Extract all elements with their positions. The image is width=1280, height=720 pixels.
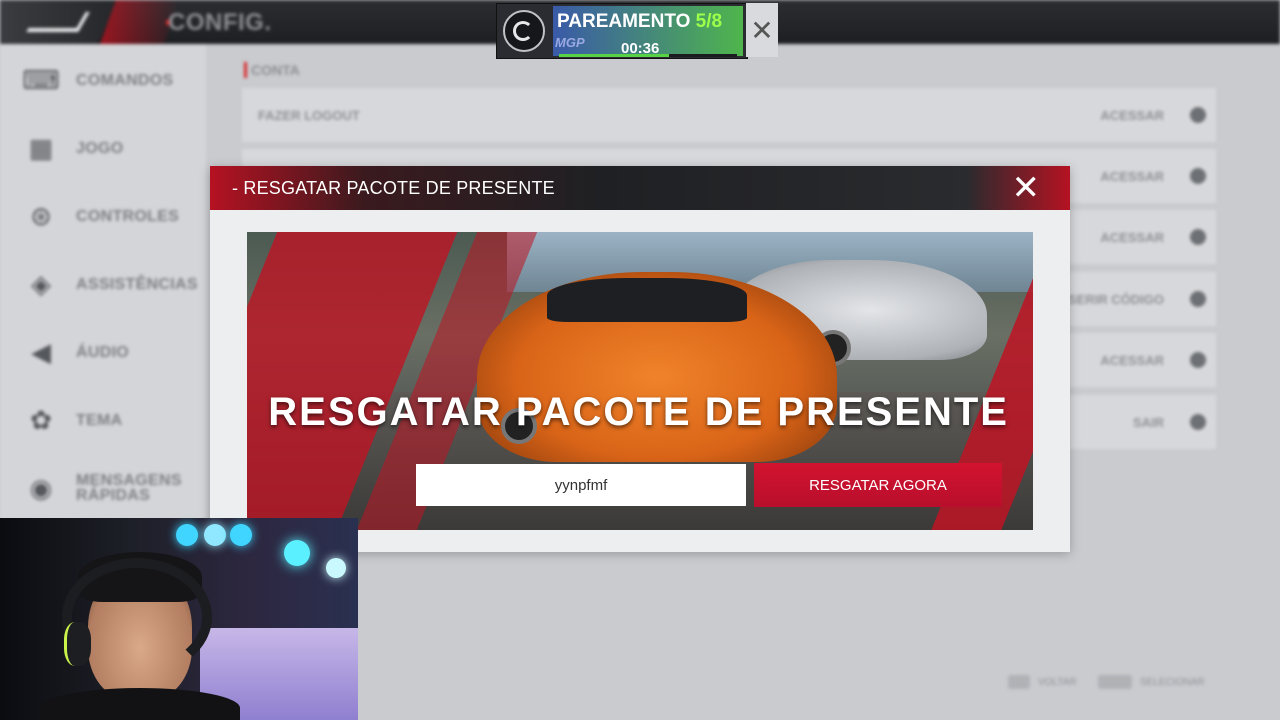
sidebar-item-label: JOGO [76, 139, 124, 157]
account-row-logout[interactable]: FAZER LOGOUT ACESSAR [242, 88, 1216, 142]
mode-label: MGP [555, 35, 585, 50]
dialog-title: - RESGATAR PACOTE DE PRESENTE [232, 178, 555, 198]
row-action: ACESSAR [1100, 230, 1164, 245]
sidebar-item-controles[interactable]: ⊛ CONTROLES [24, 196, 204, 236]
matchmaking-title: PAREAMENTO 5/8 [557, 11, 722, 33]
redeem-now-button[interactable]: RESGATAR AGORA [754, 463, 1002, 507]
sidebar-item-label: TEMA [76, 411, 123, 429]
sidebar-item-assistencias[interactable]: ◈ ASSISTÊNCIAS [24, 264, 204, 304]
key-icon [1008, 675, 1030, 689]
rgb-light [204, 524, 226, 546]
section-label-conta: CONTA [244, 62, 300, 78]
sidebar-item-label: MENSAGENS RÁPIDAS [76, 472, 182, 504]
rgb-light [326, 558, 346, 578]
close-icon: ✕ [1011, 169, 1041, 207]
select-dot-icon [1190, 168, 1206, 184]
speaker-icon: ◀ [31, 336, 51, 367]
dialog-header: - RESGATAR PACOTE DE PRESENTE ✕ [210, 166, 1070, 210]
sidebar-item-label: ASSISTÊNCIAS [76, 275, 198, 293]
page-title: CONFIG. [168, 9, 272, 36]
matchmaking-status: PAREAMENTO 5/8 MGP 00:36 [553, 6, 743, 57]
matchmaking-progress [559, 54, 737, 57]
progress-fill [559, 54, 670, 57]
headset-earcup [64, 622, 91, 666]
assist-icon: ◈ [31, 268, 51, 299]
gift-banner: RESGATAR PACOTE DE PRESENTE RESGATAR AGO… [247, 232, 1033, 530]
headset-logo-icon [503, 10, 545, 52]
footer-back-label: VOLTAR [1038, 676, 1077, 688]
select-dot-icon [1190, 414, 1206, 430]
rgb-light [230, 524, 252, 546]
palette-icon: ✿ [30, 404, 52, 435]
sidebar-item-comandos[interactable]: ⌨ COMANDOS [22, 60, 204, 100]
game-logo [0, 0, 118, 44]
row-action: ACESSAR [1100, 169, 1164, 184]
redeem-gift-dialog: - RESGATAR PACOTE DE PRESENTE ✕ RESGATAR… [210, 166, 1070, 552]
matchmaking-title-text: PAREAMENTO [557, 11, 691, 32]
row-action: INSERIR CÓDIGO [1054, 292, 1164, 307]
select-dot-icon [1190, 107, 1206, 123]
webcam-overlay [0, 518, 358, 720]
sidebar-item-audio[interactable]: ◀ ÁUDIO [24, 332, 204, 372]
select-dot-icon [1190, 352, 1206, 368]
row-action: SAIR [1132, 415, 1164, 430]
row-label: FAZER LOGOUT [258, 108, 360, 123]
gift-code-input[interactable] [416, 464, 746, 506]
streamer-body [40, 688, 240, 720]
footer-select-label: SELECIONAR [1140, 676, 1205, 688]
grid-icon: ▦ [28, 132, 54, 163]
sidebar-item-label: CONTROLES [76, 207, 180, 225]
matchmaking-panel: PAREAMENTO 5/8 MGP 00:36 [496, 3, 748, 59]
sidebar-item-jogo[interactable]: ▦ JOGO [24, 128, 204, 168]
row-action: ACESSAR [1100, 108, 1164, 123]
rgb-light [176, 524, 198, 546]
keyboard-icon: ⌨ [22, 64, 60, 95]
footer-back-hint[interactable]: VOLTAR [1008, 675, 1077, 689]
sidebar-item-label: ÁUDIO [76, 343, 130, 361]
player-count: 5/8 [695, 11, 723, 32]
banner-title: RESGATAR PACOTE DE PRESENTE [268, 390, 1009, 434]
key-icon [1098, 675, 1132, 689]
footer-select-hint[interactable]: SELECIONAR [1098, 675, 1204, 689]
steering-wheel-icon: ⊛ [30, 200, 52, 231]
cancel-matchmaking-button[interactable]: ✕ [746, 3, 778, 57]
row-action: ACESSAR [1100, 353, 1164, 368]
sidebar-item-label: COMANDOS [76, 71, 174, 89]
select-dot-icon [1190, 291, 1206, 307]
close-icon: ✕ [750, 14, 774, 46]
chat-icon: ◉ [29, 472, 53, 503]
logo-mark-icon [26, 12, 90, 32]
sidebar-item-tema[interactable]: ✿ TEMA [24, 400, 204, 440]
sidebar-item-mensagens[interactable]: ◉ MENSAGENS RÁPIDAS [24, 468, 204, 508]
car-windshield [547, 278, 747, 322]
close-dialog-button[interactable]: ✕ [1012, 169, 1041, 207]
rgb-light [284, 540, 310, 566]
select-dot-icon [1190, 229, 1206, 245]
